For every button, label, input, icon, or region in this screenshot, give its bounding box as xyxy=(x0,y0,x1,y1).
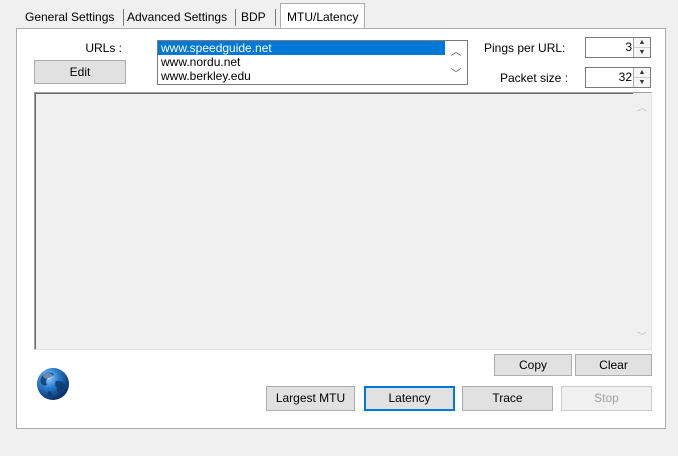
tab-mtu-latency[interactable]: MTU/Latency xyxy=(280,3,366,30)
tab-bdp[interactable]: BDP xyxy=(238,6,269,28)
pings-label: Pings per URL: xyxy=(484,41,566,55)
packet-size-stepper[interactable]: 32 ▲ ▼ xyxy=(585,67,651,88)
output-textarea[interactable]: ︿ ﹀ xyxy=(34,92,652,350)
pings-stepper[interactable]: 3 ▲ ▼ xyxy=(585,37,651,58)
spin-up-icon[interactable]: ▲ xyxy=(634,68,650,78)
list-item[interactable]: www.berkley.edu xyxy=(158,69,467,83)
packet-size-label: Packet size : xyxy=(500,71,569,85)
url-list-scrollbar[interactable]: ︿ ﹀ xyxy=(445,41,467,84)
tab-general-settings[interactable]: General Settings xyxy=(22,6,117,28)
pings-value[interactable]: 3 xyxy=(625,38,632,57)
list-item[interactable]: www.nordu.net xyxy=(158,55,467,69)
edit-button[interactable]: Edit xyxy=(34,60,126,84)
trace-button[interactable]: Trace xyxy=(462,386,553,411)
spin-down-icon[interactable]: ▼ xyxy=(634,78,650,88)
stop-button: Stop xyxy=(561,386,652,411)
latency-button[interactable]: Latency xyxy=(364,386,455,411)
packet-size-value[interactable]: 32 xyxy=(619,68,632,87)
tab-separator xyxy=(235,9,236,26)
scroll-down-icon[interactable]: ﹀ xyxy=(445,69,467,80)
list-item[interactable]: www.speedguide.net xyxy=(158,41,467,55)
tab-advanced-settings[interactable]: Advanced Settings xyxy=(124,6,230,28)
copy-button[interactable]: Copy xyxy=(494,354,572,376)
globe-icon xyxy=(34,365,72,403)
spin-up-icon[interactable]: ▲ xyxy=(634,38,650,48)
urls-label: URLs : xyxy=(85,41,122,55)
clear-button[interactable]: Clear xyxy=(575,354,652,376)
scroll-up-icon[interactable]: ︿ xyxy=(633,99,651,114)
spin-down-icon[interactable]: ▼ xyxy=(634,48,650,58)
output-scrollbar[interactable]: ︿ ﹀ xyxy=(633,93,651,349)
url-list[interactable]: www.speedguide.net www.nordu.net www.ber… xyxy=(157,40,468,85)
tab-separator xyxy=(275,9,276,26)
scroll-down-icon[interactable]: ﹀ xyxy=(633,328,651,343)
largest-mtu-button[interactable]: Largest MTU xyxy=(266,386,355,411)
scroll-up-icon[interactable]: ︿ xyxy=(445,47,467,58)
